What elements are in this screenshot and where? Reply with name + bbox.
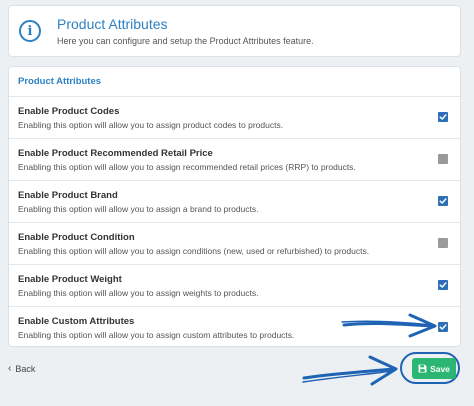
page-description: Here you can configure and setup the Pro… [57, 36, 314, 46]
product-codes-checkbox[interactable] [438, 112, 448, 122]
option-description: Enabling this option will allow you to a… [18, 330, 295, 340]
info-text: Product Attributes Here you can configur… [57, 16, 314, 46]
option-description: Enabling this option will allow you to a… [18, 120, 284, 130]
option-title: Enable Product Condition [18, 232, 135, 243]
page-title: Product Attributes [57, 16, 168, 32]
option-description: Enabling this option will allow you to a… [18, 288, 259, 298]
info-icon: i [19, 20, 41, 42]
attributes-panel: Product Attributes Enable Product Codes … [8, 66, 461, 347]
checkmark-icon [439, 324, 447, 330]
checkmark-icon [439, 282, 447, 288]
back-link[interactable]: ‹ Back [8, 363, 35, 374]
option-title: Enable Product Brand [18, 190, 118, 201]
panel-header: Product Attributes [9, 67, 460, 97]
recommended-retail-price-checkbox[interactable] [438, 154, 448, 164]
checkmark-icon [439, 114, 447, 120]
floppy-disk-icon [418, 364, 427, 373]
info-banner: i Product Attributes Here you can config… [8, 5, 461, 57]
option-title: Enable Product Weight [18, 274, 122, 285]
option-description: Enabling this option will allow you to a… [18, 204, 259, 214]
checkmark-icon [439, 198, 447, 204]
option-row-custom-attributes: Enable Custom Attributes Enabling this o… [9, 307, 460, 346]
save-button[interactable]: Save [412, 358, 456, 379]
save-label: Save [430, 363, 450, 374]
option-description: Enabling this option will allow you to a… [18, 246, 370, 256]
product-brand-checkbox[interactable] [438, 196, 448, 206]
option-row-recommended-retail-price: Enable Product Recommended Retail Price … [9, 139, 460, 181]
option-title: Enable Product Recommended Retail Price [18, 148, 213, 159]
option-description: Enabling this option will allow you to a… [18, 162, 356, 172]
product-weight-checkbox[interactable] [438, 280, 448, 290]
option-title: Enable Custom Attributes [18, 316, 135, 327]
chevron-left-icon: ‹ [8, 363, 12, 374]
custom-attributes-checkbox[interactable] [438, 322, 448, 332]
option-row-product-condition: Enable Product Condition Enabling this o… [9, 223, 460, 265]
option-title: Enable Product Codes [18, 106, 120, 117]
product-condition-checkbox[interactable] [438, 238, 448, 248]
option-row-product-brand: Enable Product Brand Enabling this optio… [9, 181, 460, 223]
option-row-product-codes: Enable Product Codes Enabling this optio… [9, 97, 460, 139]
annotation-arrow-save [302, 355, 398, 386]
option-row-product-weight: Enable Product Weight Enabling this opti… [9, 265, 460, 307]
back-label: Back [15, 363, 36, 374]
